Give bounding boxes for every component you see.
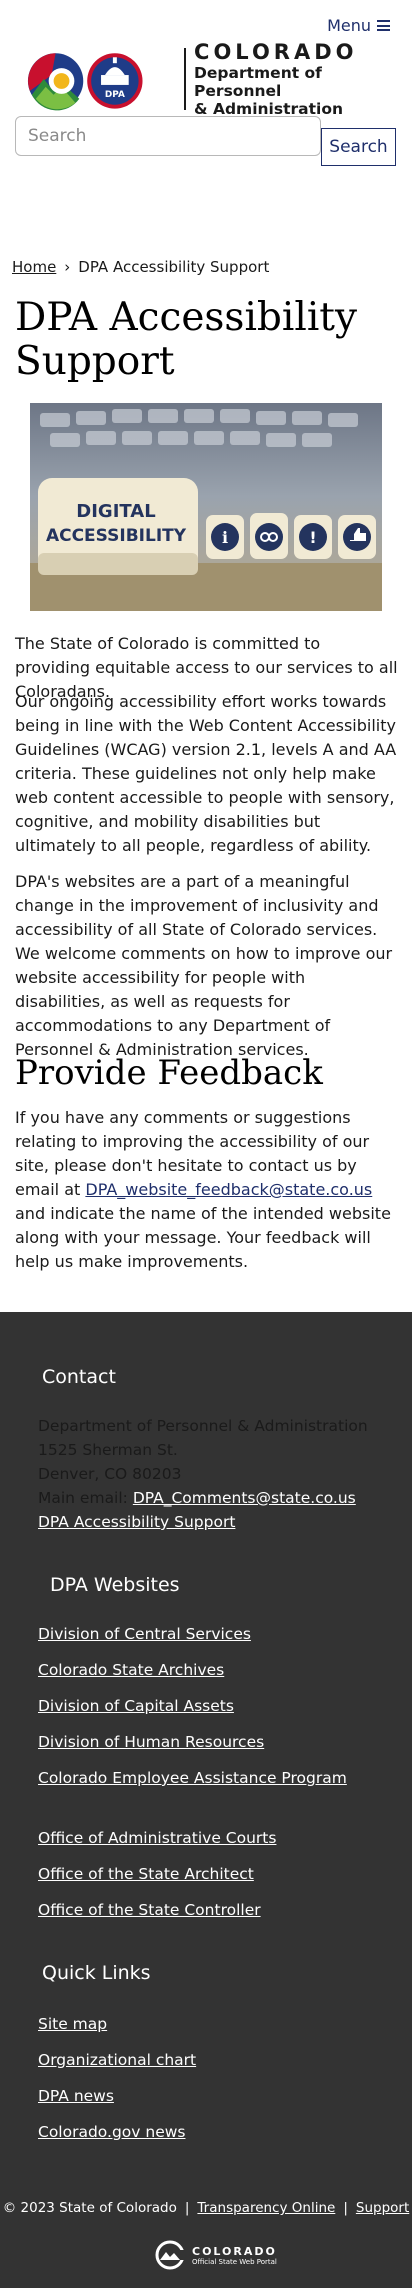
inclusivity-paragraph: DPA's websites are a part of a meaningfu… bbox=[15, 872, 393, 1059]
footer-website-link[interactable]: Colorado Employee Assistance Program bbox=[38, 1769, 347, 1787]
portal-logo-sub: Official State Web Portal bbox=[192, 2257, 277, 2266]
footer-quicklinks-heading: Quick Links bbox=[42, 1962, 151, 1984]
hero-image: DIGITAL ACCESSIBILITY i ! bbox=[30, 403, 382, 611]
footer-website-item: Office of the State Architect bbox=[38, 1862, 276, 1898]
footer-email-link[interactable]: DPA_Comments@state.co.us bbox=[133, 1489, 356, 1507]
footer-email-label: Main email: bbox=[38, 1489, 128, 1507]
footer-website-link[interactable]: Division of Central Services bbox=[38, 1625, 251, 1643]
logo-divider bbox=[184, 48, 187, 110]
wcag-content: Our ongoing accessibility effort works t… bbox=[15, 690, 400, 870]
footer-website-item: Office of the State Controller bbox=[38, 1898, 276, 1934]
footer-website-item: Colorado Employee Assistance Program bbox=[38, 1766, 347, 1802]
footer-separator: | bbox=[184, 2200, 190, 2216]
breadcrumb-separator: › bbox=[64, 258, 71, 276]
footer-quicklink[interactable]: DPA news bbox=[38, 2087, 114, 2105]
footer-website-link[interactable]: Division of Human Resources bbox=[38, 1733, 264, 1751]
footer-website-link[interactable]: Division of Capital Assets bbox=[38, 1697, 234, 1715]
colorado-seal-logo: DPA bbox=[27, 53, 143, 111]
menu-label: Menu bbox=[327, 16, 371, 35]
footer-website-link[interactable]: Office of the State Architect bbox=[38, 1865, 254, 1883]
footer-website-item: Division of Central Services bbox=[38, 1622, 347, 1658]
logo-dept-line1: Department of Personnel bbox=[194, 64, 322, 100]
breadcrumb: Home › DPA Accessibility Support bbox=[12, 258, 269, 276]
footer-quicklink[interactable]: Colorado.gov news bbox=[38, 2123, 185, 2141]
footer-website-item: Division of Human Resources bbox=[38, 1730, 347, 1766]
footer-quicklink-item: Colorado.gov news bbox=[38, 2120, 196, 2156]
footer-contact-heading: Contact bbox=[42, 1366, 116, 1388]
feedback-paragraph: If you have any comments or suggestions … bbox=[15, 1106, 400, 1274]
footer-websites-list-1: Division of Central Services Colorado St… bbox=[38, 1622, 347, 1802]
footer-quicklink[interactable]: Site map bbox=[38, 2015, 107, 2033]
state-portal-logo[interactable]: COLORADO Official State Web Portal bbox=[152, 2240, 277, 2270]
svg-text:!: ! bbox=[309, 528, 316, 547]
footer-website-item: Office of Administrative Courts bbox=[38, 1826, 276, 1862]
search-button[interactable]: Search bbox=[321, 128, 396, 166]
portal-logo-name: COLORADO bbox=[192, 2244, 277, 2258]
svg-text:i: i bbox=[222, 528, 228, 547]
logo-text: COLORADO Department of Personnel & Admin… bbox=[194, 40, 412, 118]
footer-quicklinks-list: Site map Organizational chart DPA news C… bbox=[38, 2012, 196, 2156]
svg-text:DIGITAL: DIGITAL bbox=[76, 501, 155, 522]
footer-website-item: Division of Capital Assets bbox=[38, 1694, 347, 1730]
footer-separator: | bbox=[343, 2200, 348, 2216]
feedback-text-after: and indicate the name of the intended we… bbox=[15, 1204, 391, 1271]
feedback-email-link[interactable]: DPA_website_feedback@state.co.us bbox=[85, 1180, 372, 1199]
footer-quicklink-item: DPA news bbox=[38, 2084, 196, 2120]
footer-website-link[interactable]: Office of the State Controller bbox=[38, 1901, 261, 1919]
footer-address2: Denver, CO 80203 bbox=[38, 1465, 182, 1483]
feedback-content: If you have any comments or suggestions … bbox=[15, 1106, 400, 1286]
portal-logo-text: COLORADO Official State Web Portal bbox=[192, 2245, 277, 2266]
footer-website-item: Colorado State Archives bbox=[38, 1658, 347, 1694]
footer-address1: 1525 Sherman St. bbox=[38, 1441, 178, 1459]
footer-quicklink-item: Site map bbox=[38, 2012, 196, 2048]
footer-email-line: Main email: DPA_Comments@state.co.us bbox=[38, 1486, 368, 1510]
dpa-logo[interactable]: DPA COLORADO Department of Personnel & A… bbox=[22, 40, 412, 118]
logo-state-name: COLORADO bbox=[194, 40, 358, 64]
footer-copyright: © 2023 State of Colorado bbox=[2, 2200, 177, 2216]
menu-button[interactable]: Menu bbox=[327, 16, 390, 35]
colorado-c-icon bbox=[155, 2240, 188, 2270]
footer-org-name: Department of Personnel & Administration bbox=[38, 1417, 368, 1435]
feedback-heading: Provide Feedback bbox=[15, 1053, 323, 1093]
footer-quicklink[interactable]: Organizational chart bbox=[38, 2051, 196, 2069]
footer-support-link[interactable]: Support bbox=[356, 2200, 409, 2216]
footer-quicklink-item: Organizational chart bbox=[38, 2048, 196, 2084]
footer-website-link[interactable]: Colorado State Archives bbox=[38, 1661, 224, 1679]
search-input[interactable] bbox=[15, 116, 321, 156]
site-header: Menu DPA COLORADO Department of Personne… bbox=[0, 0, 412, 190]
page-title: DPA Accessibility Support bbox=[15, 295, 358, 384]
breadcrumb-home-link[interactable]: Home bbox=[12, 258, 56, 276]
inclusivity-content: DPA's websites are a part of a meaningfu… bbox=[15, 870, 400, 1074]
footer-transparency-link[interactable]: Transparency Online bbox=[197, 2200, 335, 2216]
footer-website-link[interactable]: Office of Administrative Courts bbox=[38, 1829, 276, 1847]
hamburger-icon bbox=[377, 20, 390, 31]
footer-bottom-bar: © 2023 State of Colorado | Transparency … bbox=[0, 2200, 412, 2216]
footer-accessibility-link[interactable]: DPA Accessibility Support bbox=[38, 1513, 235, 1531]
breadcrumb-current: DPA Accessibility Support bbox=[78, 258, 270, 276]
footer-contact-block: Department of Personnel & Administration… bbox=[38, 1414, 368, 1534]
svg-text:ACCESSIBILITY: ACCESSIBILITY bbox=[46, 526, 187, 546]
footer-websites-heading: DPA Websites bbox=[50, 1574, 180, 1596]
svg-text:DPA: DPA bbox=[105, 90, 125, 100]
wcag-paragraph: Our ongoing accessibility effort works t… bbox=[15, 692, 397, 855]
footer-websites-list-2: Office of Administrative Courts Office o… bbox=[38, 1826, 276, 1934]
